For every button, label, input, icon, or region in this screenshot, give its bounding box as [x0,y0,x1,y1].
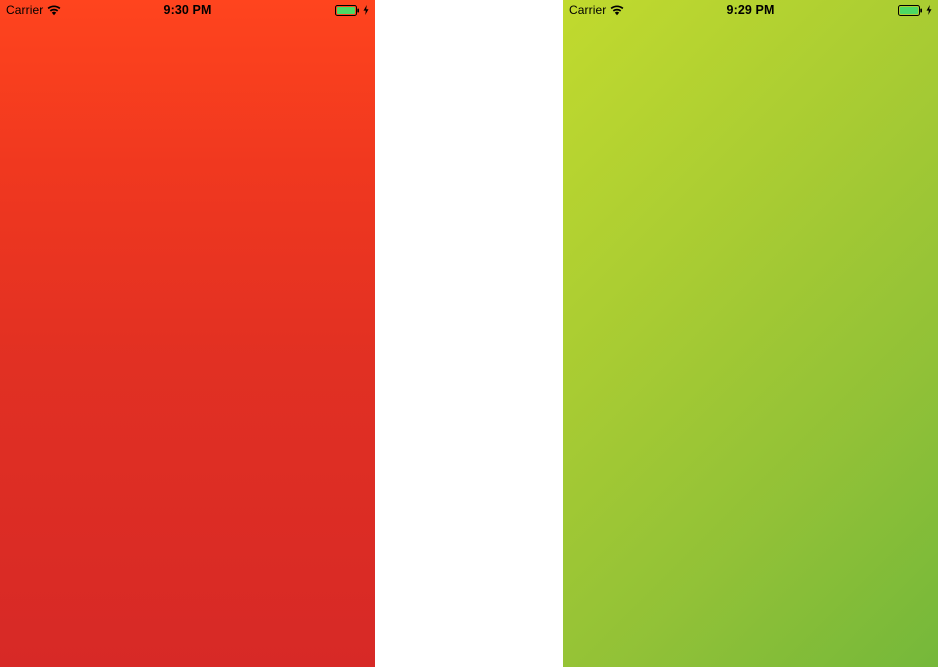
battery-icon [898,4,922,16]
battery-group [898,4,932,16]
status-time: 9:29 PM [726,3,775,17]
charging-bolt-icon [926,5,932,15]
charging-bolt-icon [363,5,369,15]
battery-group [335,4,369,16]
battery-icon [335,4,359,16]
status-time: 9:30 PM [163,3,212,17]
status-bar: Carrier 9:30 PM [0,0,375,20]
phone-screen-green: Carrier 9:29 PM [563,0,938,667]
phone-screen-red: Carrier 9:30 PM [0,0,375,667]
status-bar: Carrier 9:29 PM [563,0,938,20]
